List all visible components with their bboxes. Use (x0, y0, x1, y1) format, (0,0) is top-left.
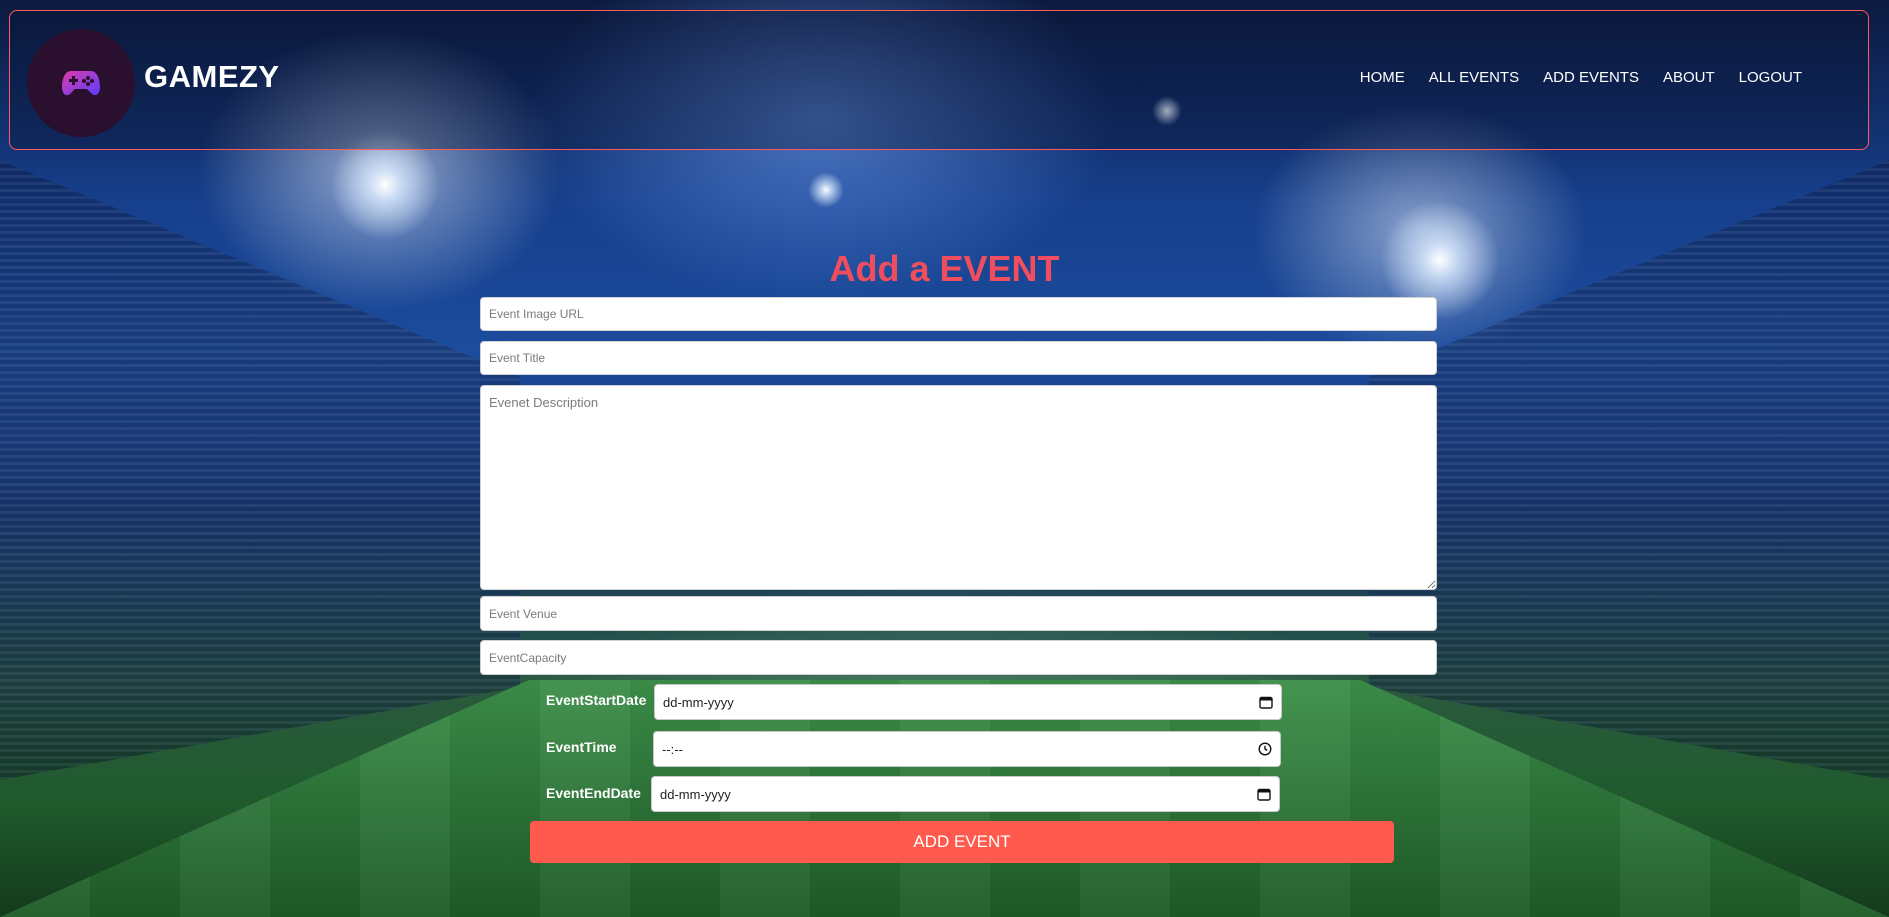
gamepad-icon (62, 71, 100, 96)
logo[interactable] (27, 29, 135, 137)
page-background: GAMEZY HOME ALL EVENTS ADD EVENTS ABOUT … (0, 0, 1889, 917)
event-end-date-input[interactable]: dd-mm-yyyy (651, 776, 1280, 812)
clock-icon[interactable] (1258, 742, 1272, 756)
event-capacity-input[interactable] (480, 640, 1437, 675)
event-time-value: --:-- (662, 741, 683, 757)
navbar: GAMEZY HOME ALL EVENTS ADD EVENTS ABOUT … (9, 10, 1869, 150)
floodlight-flare (808, 172, 844, 208)
nav-links: HOME ALL EVENTS ADD EVENTS ABOUT LOGOUT (1360, 69, 1802, 86)
event-start-date-label: EventStartDate (546, 692, 647, 708)
nav-add-events[interactable]: ADD EVENTS (1543, 69, 1639, 86)
event-time-input[interactable]: --:-- (653, 731, 1281, 767)
nav-about[interactable]: ABOUT (1663, 69, 1715, 86)
event-start-date-value: dd-mm-yyyy (663, 694, 734, 710)
nav-all-events[interactable]: ALL EVENTS (1429, 69, 1519, 86)
nav-home[interactable]: HOME (1360, 69, 1405, 86)
form-title: Add a EVENT (829, 248, 1060, 289)
event-title-input[interactable] (480, 341, 1437, 375)
nav-logout[interactable]: LOGOUT (1739, 69, 1802, 86)
event-end-date-value: dd-mm-yyyy (660, 786, 731, 802)
calendar-icon[interactable] (1257, 787, 1271, 801)
event-description-textarea[interactable] (480, 385, 1437, 590)
event-start-date-input[interactable]: dd-mm-yyyy (654, 684, 1282, 720)
event-end-date-label: EventEndDate (546, 785, 641, 801)
event-image-url-input[interactable] (480, 297, 1437, 331)
calendar-icon[interactable] (1259, 695, 1273, 709)
add-event-button[interactable]: ADD EVENT (530, 821, 1394, 863)
event-time-label: EventTime (546, 739, 617, 755)
event-venue-input[interactable] (480, 596, 1437, 631)
brand-name: GAMEZY (144, 59, 280, 94)
